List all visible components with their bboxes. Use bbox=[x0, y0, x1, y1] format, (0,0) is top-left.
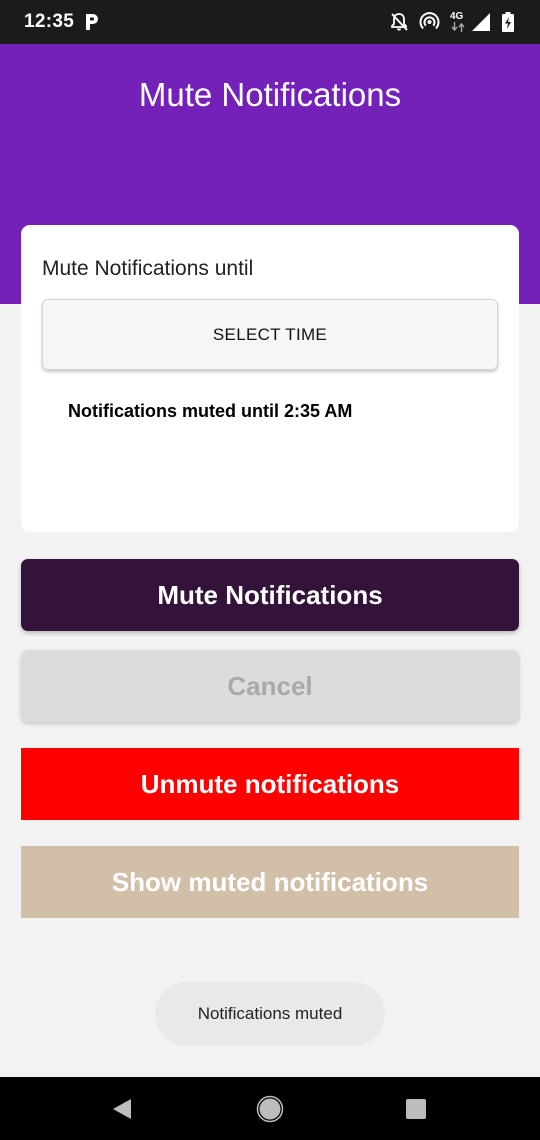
unmute-notifications-button[interactable]: Unmute notifications bbox=[21, 748, 519, 820]
status-time: 12:35 bbox=[24, 11, 75, 32]
muted-until-text: Notifications muted until 2:35 AM bbox=[68, 401, 353, 421]
parking-app-icon bbox=[86, 14, 98, 30]
signal-icon bbox=[472, 13, 490, 31]
mute-settings-card: Mute Notifications until SELECT TIME Not… bbox=[21, 225, 519, 532]
hotspot-icon bbox=[419, 12, 440, 30]
toast-message: Notifications muted bbox=[155, 982, 385, 1046]
card-title: Mute Notifications until bbox=[42, 257, 254, 280]
back-icon[interactable] bbox=[107, 1094, 137, 1124]
mute-notifications-button[interactable]: Mute Notifications bbox=[21, 559, 519, 631]
recents-icon[interactable] bbox=[401, 1094, 431, 1124]
data-arrows-icon bbox=[451, 22, 465, 32]
select-time-button[interactable]: SELECT TIME bbox=[42, 299, 498, 370]
navigation-bar bbox=[0, 1077, 540, 1140]
cancel-button[interactable]: Cancel bbox=[21, 650, 519, 722]
network-type-label: 4G bbox=[450, 11, 464, 22]
home-icon[interactable] bbox=[255, 1094, 285, 1124]
status-bar: 12:35 4G bbox=[0, 0, 540, 44]
page-title: Mute Notifications bbox=[138, 76, 402, 113]
show-muted-notifications-button[interactable]: Show muted notifications bbox=[21, 846, 519, 918]
notifications-off-icon bbox=[391, 13, 408, 31]
battery-charging-icon bbox=[502, 12, 514, 32]
